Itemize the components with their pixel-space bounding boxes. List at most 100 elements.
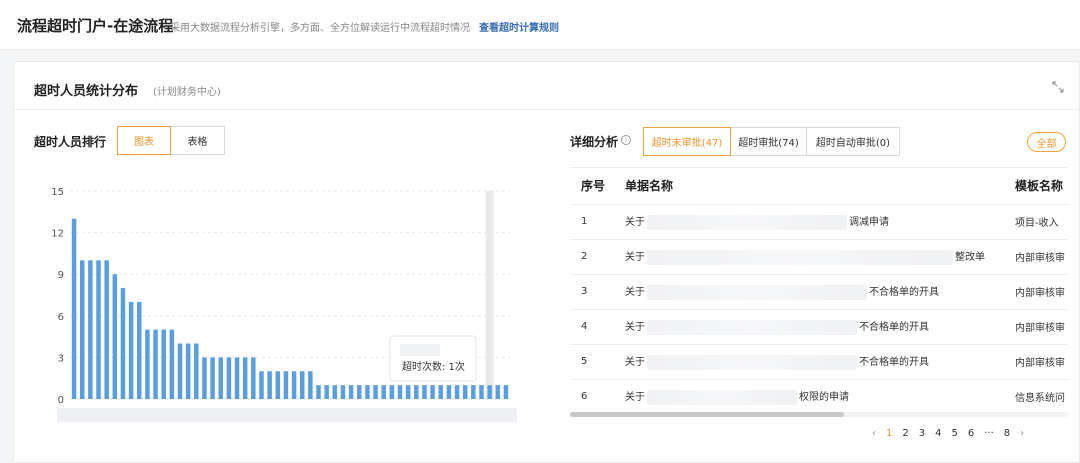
expand-icon[interactable] [1051, 80, 1065, 94]
chart-bar [291, 371, 297, 399]
page-1[interactable]: 1 [886, 428, 892, 439]
chart-bar [430, 385, 435, 399]
doc-name-prefix: 关于 [625, 252, 645, 264]
chart-bar [487, 385, 492, 399]
redacted-text [647, 214, 847, 230]
doc-name-suffix: 调减申请 [849, 217, 889, 229]
tab-timeout-auto-approved[interactable]: 超时自动审批(0) [807, 127, 900, 156]
table-view-button[interactable]: 表格 [171, 126, 225, 155]
table-row[interactable]: 3 关于 不合格单的开具 内部审核审 [570, 274, 1068, 310]
chart-bar [316, 385, 321, 399]
tooltip-redacted [400, 344, 440, 356]
info-icon[interactable]: i [621, 135, 631, 145]
table-row[interactable]: 1 关于 调减申请 项目-收入 [570, 204, 1068, 240]
chart-bar [381, 385, 386, 399]
prev-page-button[interactable]: ‹ [872, 428, 876, 439]
all-button[interactable]: 全部 [1027, 132, 1066, 152]
chart-bar [251, 357, 256, 399]
chart-bar [202, 357, 207, 399]
row-doc-name[interactable]: 关于 不合格单的开具 [614, 344, 1004, 380]
page-last[interactable]: 8 [1004, 428, 1010, 439]
doc-name-suffix: 整改单 [955, 252, 985, 264]
row-doc-name[interactable]: 关于 调减申请 [614, 204, 1004, 240]
y-tick-label: 0 [58, 395, 64, 406]
page-4[interactable]: 4 [935, 428, 941, 439]
chart-bar [405, 385, 411, 399]
doc-name-suffix: 权限的申请 [799, 392, 849, 404]
redacted-text [647, 249, 953, 265]
row-doc-name[interactable]: 关于 不合格单的开具 [614, 309, 1004, 345]
page-5[interactable]: 5 [952, 428, 958, 439]
chart-bar [357, 385, 362, 399]
detail-table: 序号 单据名称 模板名称 1 关于 调减申请 项目-收入 2 关于 整改单 内部审核… [570, 168, 1068, 413]
row-index: 5 [570, 344, 614, 380]
row-doc-name[interactable]: 关于 不合格单的开具 [614, 274, 1004, 310]
page-3[interactable]: 3 [919, 428, 925, 439]
chart-bar [259, 371, 264, 399]
table-row[interactable]: 6 关于 权限的申请 信息系统问 [570, 379, 1068, 413]
card-header: 超时人员统计分布 (计划财务中心) [14, 62, 1079, 110]
chart-bar [120, 288, 126, 399]
chart-bar [242, 357, 248, 399]
timeout-rule-link[interactable]: 查看超时计算规则 [479, 19, 559, 34]
next-page-button[interactable]: › [1020, 428, 1024, 439]
chart-bar [389, 385, 395, 399]
column-header-template: 模板名称 [1004, 168, 1068, 205]
chart-bar [373, 385, 378, 399]
chart-bar [112, 274, 118, 399]
chart-bar [308, 371, 313, 399]
table-row[interactable]: 2 关于 整改单 内部审核审 [570, 239, 1068, 275]
row-template: 信息系统问 [1004, 379, 1068, 413]
row-index: 2 [570, 239, 614, 275]
ranking-bar-chart: 0 3 6 9 12 15 超时次数: 1次 [51, 187, 517, 422]
tooltip-text: 超时次数: 1次 [402, 360, 465, 373]
chart-bar [128, 301, 134, 399]
chart-bar [145, 329, 150, 399]
card-subtitle: (计划财务中心) [153, 87, 221, 98]
redacted-text [647, 354, 857, 370]
row-index: 4 [570, 309, 614, 345]
chart-bar [446, 385, 452, 399]
chart-bar [283, 371, 289, 399]
row-template: 内部审核审 [1004, 239, 1068, 275]
chart-bar [185, 343, 191, 399]
doc-name-suffix: 不合格单的开具 [859, 322, 929, 334]
row-index: 3 [570, 274, 614, 310]
doc-name-prefix: 关于 [625, 392, 645, 404]
page-2[interactable]: 2 [902, 428, 908, 439]
chart-bar [267, 371, 272, 399]
doc-name-prefix: 关于 [625, 357, 645, 369]
detail-table-container: 序号 单据名称 模板名称 1 关于 调减申请 项目-收入 2 关于 整改单 内部审核… [570, 167, 1068, 413]
table-row[interactable]: 5 关于 不合格单的开具 内部审核审 [570, 344, 1068, 380]
row-doc-name[interactable]: 关于 权限的申请 [614, 379, 1004, 413]
chart-bar [226, 357, 232, 399]
tab-timeout-unapproved[interactable]: 超时未审批(47) [643, 127, 731, 156]
card-title: 超时人员统计分布 [34, 84, 139, 99]
y-tick-label: 12 [51, 229, 64, 240]
row-index: 1 [570, 204, 614, 240]
scrollbar-thumb[interactable] [570, 412, 844, 417]
chart-bar [275, 371, 281, 399]
page-ellipsis[interactable]: ··· [984, 428, 994, 439]
hover-column [485, 191, 494, 399]
chart-bar [71, 218, 77, 399]
tab-timeout-approved[interactable]: 超时审批(74) [731, 127, 807, 156]
chart-bar [104, 260, 109, 399]
chart-bar [194, 343, 199, 399]
chart-bar [340, 385, 346, 399]
chart-bar [88, 260, 93, 399]
chart-bar [137, 301, 142, 399]
view-toggle: 图表 表格 [117, 126, 225, 155]
redacted-text [647, 284, 867, 300]
y-tick-label: 15 [51, 187, 64, 198]
chart-bar [79, 260, 85, 399]
table-row[interactable]: 4 关于 不合格单的开具 内部审核审 [570, 309, 1068, 345]
doc-name-suffix: 不合格单的开具 [859, 357, 929, 369]
x-axis-slider [57, 408, 517, 422]
chart-bar [397, 385, 403, 399]
horizontal-scrollbar[interactable] [570, 412, 1068, 417]
chart-view-button[interactable]: 图表 [117, 126, 171, 155]
row-doc-name[interactable]: 关于 整改单 [614, 239, 1004, 275]
chart-bar [161, 329, 166, 399]
page-6[interactable]: 6 [968, 428, 974, 439]
